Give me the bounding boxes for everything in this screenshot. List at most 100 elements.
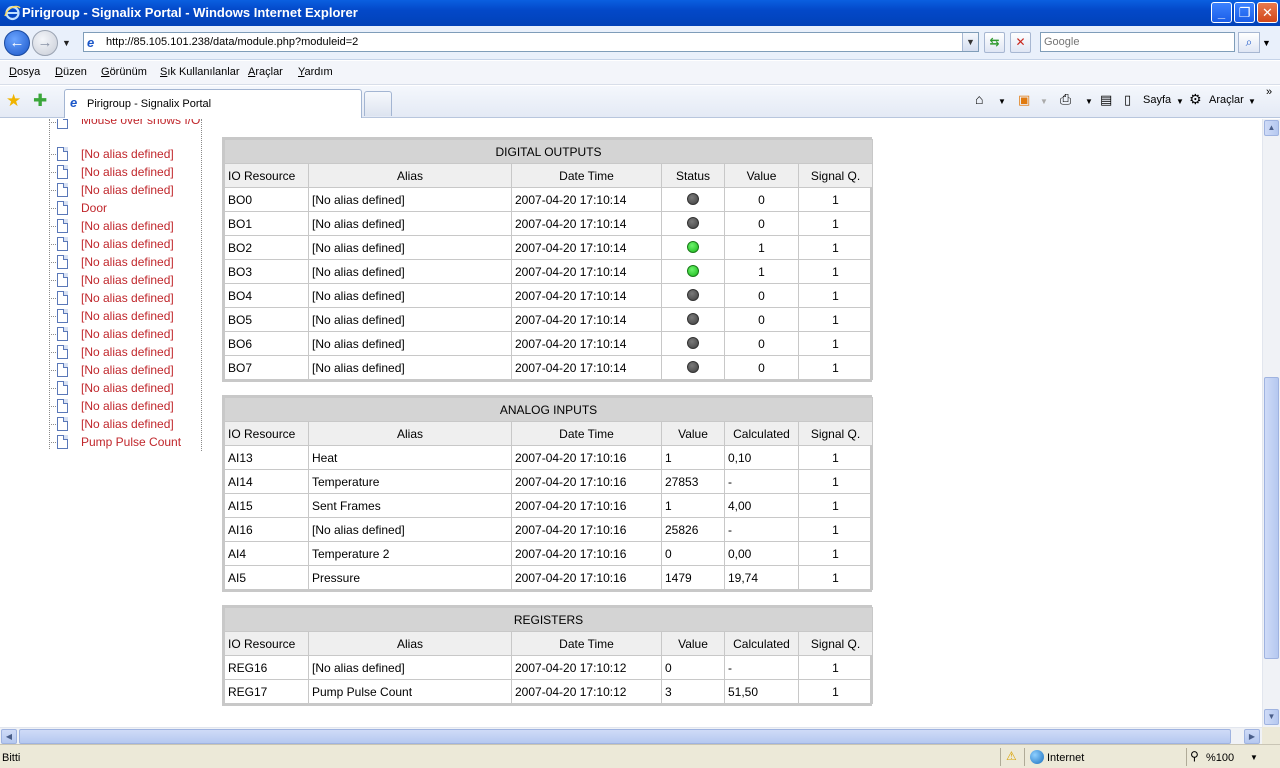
tree-item-label[interactable]: [No alias defined] xyxy=(81,219,174,233)
table-row: REG17 Pump Pulse Count 2007-04-20 17:10:12… xyxy=(224,679,874,704)
favorites-star-icon[interactable]: ★ xyxy=(6,91,21,111)
tree-item-label[interactable]: [No alias defined] xyxy=(81,309,174,323)
search-input[interactable] xyxy=(1041,33,1234,51)
tree-item[interactable]: Mouse over shows I/O xyxy=(45,119,205,145)
tree-item-label[interactable]: [No alias defined] xyxy=(81,147,174,161)
tree-item[interactable]: [No alias defined] xyxy=(45,289,205,307)
scroll-up-arrow[interactable]: ▲ xyxy=(1264,120,1279,136)
tree-item-label[interactable]: [No alias defined] xyxy=(81,381,174,395)
page-menu[interactable]: Sayfa xyxy=(1143,94,1171,106)
tree-item[interactable]: Door xyxy=(45,199,205,217)
add-favorite-icon[interactable]: ✚ xyxy=(33,91,47,111)
tree-item[interactable]: [No alias defined] xyxy=(45,415,205,433)
url-field[interactable]: e http://85.105.101.238/data/module.php?… xyxy=(83,32,979,52)
page-icon[interactable]: ▯ xyxy=(1124,92,1131,108)
tree-item-label[interactable]: Door xyxy=(81,201,107,215)
gear-icon[interactable]: ⚙ xyxy=(1189,91,1202,108)
zoom-level[interactable]: %100 xyxy=(1206,752,1234,764)
new-tab-button[interactable] xyxy=(364,91,392,116)
horizontal-scrollbar[interactable]: ◀ ▶ xyxy=(0,727,1262,744)
column-header: Value xyxy=(661,421,725,446)
scroll-down-arrow[interactable]: ▼ xyxy=(1264,709,1279,725)
print-dropdown[interactable]: ▼ xyxy=(1085,97,1093,106)
tree-item-label[interactable]: [No alias defined] xyxy=(81,273,174,287)
scroll-left-arrow[interactable]: ◀ xyxy=(1,729,17,744)
tree-item-label[interactable]: Pump Pulse Count xyxy=(81,435,181,449)
vertical-scrollbar[interactable]: ▲ ▼ xyxy=(1262,119,1280,727)
document-icon xyxy=(57,399,68,413)
menu-help[interactable]: Yardım xyxy=(298,66,333,78)
tree-item[interactable]: [No alias defined] xyxy=(45,343,205,361)
research-icon[interactable]: ▤ xyxy=(1100,92,1112,108)
calculated-cell: - xyxy=(724,517,799,542)
tools-menu[interactable]: Araçlar xyxy=(1209,94,1244,106)
forward-button[interactable]: → xyxy=(32,30,58,56)
tree-item-label[interactable]: [No alias defined] xyxy=(81,165,174,179)
url-text[interactable]: http://85.105.101.238/data/module.php?mo… xyxy=(106,36,358,48)
back-button[interactable]: ← xyxy=(4,30,30,56)
tree-item[interactable]: [No alias defined] xyxy=(45,361,205,379)
menu-view[interactable]: Görünüm xyxy=(101,66,147,78)
vertical-scroll-thumb[interactable] xyxy=(1264,377,1279,659)
tree-item[interactable]: [No alias defined] xyxy=(45,397,205,415)
menu-file[interactable]: Dosya xyxy=(9,66,40,78)
alias-cell: [No alias defined] xyxy=(308,259,512,284)
tab-signalix-portal[interactable]: e Pirigroup - Signalix Portal xyxy=(64,89,362,118)
tree-item-label[interactable]: [No alias defined] xyxy=(81,399,174,413)
recent-pages-dropdown[interactable]: ▼ xyxy=(62,38,71,48)
scroll-right-arrow[interactable]: ▶ xyxy=(1244,729,1260,744)
tree-item[interactable]: [No alias defined] xyxy=(45,307,205,325)
stop-button[interactable]: ✕ xyxy=(1010,32,1031,53)
home-dropdown[interactable]: ▼ xyxy=(998,97,1006,106)
tree-item[interactable]: [No alias defined] xyxy=(45,325,205,343)
zoom-dropdown[interactable]: ▼ xyxy=(1250,753,1258,762)
status-off-icon xyxy=(687,288,699,301)
tree-item[interactable]: [No alias defined] xyxy=(45,181,205,199)
tree-item[interactable]: [No alias defined] xyxy=(45,271,205,289)
io-resource-cell: AI13 xyxy=(224,445,309,470)
search-options-dropdown[interactable]: ▼ xyxy=(1262,38,1271,48)
datetime-cell: 2007-04-20 17:10:16 xyxy=(511,493,662,518)
rss-feed-icon[interactable]: ▣ xyxy=(1018,92,1030,108)
tree-item-label[interactable]: [No alias defined] xyxy=(81,237,174,251)
security-zone[interactable]: Internet xyxy=(1030,750,1084,764)
refresh-button[interactable]: ⇆ xyxy=(984,32,1005,53)
tree-item-label[interactable]: [No alias defined] xyxy=(81,255,174,269)
column-header: IO Resource xyxy=(224,421,309,446)
tree-item-label[interactable]: [No alias defined] xyxy=(81,183,174,197)
document-icon xyxy=(57,183,68,197)
tree-item-label[interactable]: [No alias defined] xyxy=(81,345,174,359)
horizontal-scroll-thumb[interactable] xyxy=(19,729,1231,744)
tree-item-label[interactable]: [No alias defined] xyxy=(81,417,174,431)
table-row: BO6 [No alias defined] 2007-04-20 17:10:14… xyxy=(224,331,874,356)
page-dropdown[interactable]: ▼ xyxy=(1176,97,1184,106)
tree-item[interactable]: [No alias defined] xyxy=(45,217,205,235)
tools-dropdown[interactable]: ▼ xyxy=(1248,97,1256,106)
tree-item[interactable]: [No alias defined] xyxy=(45,235,205,253)
search-button[interactable]: ⌕ xyxy=(1238,32,1260,53)
chevron-more-icon[interactable]: » xyxy=(1266,86,1272,98)
value-cell: 27853 xyxy=(661,469,725,494)
tree-item[interactable]: [No alias defined] xyxy=(45,379,205,397)
url-dropdown-button[interactable]: ▼ xyxy=(962,33,978,51)
menu-tools[interactable]: Araçlar xyxy=(248,66,283,78)
tree-item-label[interactable]: [No alias defined] xyxy=(81,291,174,305)
document-icon xyxy=(57,435,68,449)
tree-item[interactable]: [No alias defined] xyxy=(45,145,205,163)
table-row: BO3 [No alias defined] 2007-04-20 17:10:14… xyxy=(224,259,874,284)
menu-favorites[interactable]: Sık Kullanılanlar xyxy=(160,66,240,78)
search-box[interactable] xyxy=(1040,32,1235,52)
tree-item[interactable]: Pump Pulse Count xyxy=(45,433,205,451)
home-icon[interactable]: ⌂ xyxy=(975,91,983,107)
menu-edit[interactable]: Düzen xyxy=(55,66,87,78)
minimize-button[interactable]: _ xyxy=(1211,2,1232,23)
close-button[interactable]: ✕ xyxy=(1257,2,1278,23)
tree-item[interactable]: [No alias defined] xyxy=(45,163,205,181)
value-cell: 0 xyxy=(724,283,799,308)
tree-item-label[interactable]: [No alias defined] xyxy=(81,363,174,377)
tree-item-label[interactable]: [No alias defined] xyxy=(81,327,174,341)
tree-item-label[interactable]: Mouse over shows I/O xyxy=(81,119,200,127)
print-icon[interactable]: ⎙ xyxy=(1060,91,1071,108)
maximize-button[interactable]: ❐ xyxy=(1234,2,1255,23)
tree-item[interactable]: [No alias defined] xyxy=(45,253,205,271)
